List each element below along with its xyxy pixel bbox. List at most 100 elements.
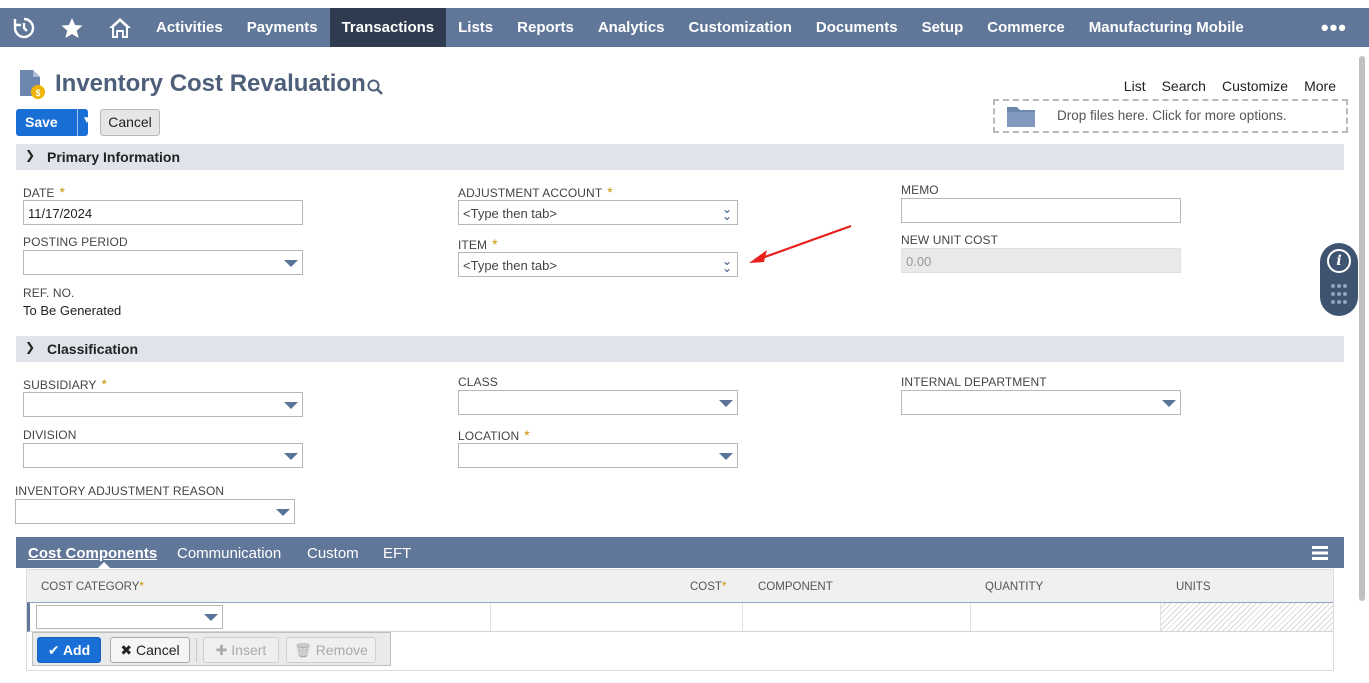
drag-handle-icon[interactable] (1330, 283, 1348, 305)
units-cell (1161, 603, 1333, 631)
new-unit-cost-label: NEW UNIT COST (901, 233, 999, 247)
new-unit-cost-value: 0.00 (906, 254, 932, 269)
dropdown-arrow-icon (276, 509, 290, 516)
cancel-line-button[interactable]: ✖ Cancel (110, 637, 190, 663)
customize-link[interactable]: Customize (1222, 78, 1288, 94)
dropdown-arrow-icon (719, 400, 733, 407)
memo-label: MEMO (901, 183, 939, 197)
add-line-button[interactable]: ✔ Add (37, 637, 101, 663)
home-icon[interactable] (96, 8, 144, 47)
internal-department-label: INTERNAL DEPARTMENT (901, 375, 1047, 389)
grid-header: COST CATEGORY* COST* COMPONENT QUANTITY … (27, 570, 1333, 602)
date-label: DATE * (23, 184, 66, 200)
nav-commerce[interactable]: Commerce (975, 8, 1077, 47)
internal-department-select[interactable] (901, 390, 1181, 415)
list-link[interactable]: List (1124, 78, 1146, 94)
nav-setup[interactable]: Setup (910, 8, 976, 47)
remove-line-button[interactable]: 🗑 Remove (286, 637, 376, 663)
nav-customization[interactable]: Customization (677, 8, 804, 47)
nav-transactions[interactable]: Transactions (329, 8, 447, 47)
column-cost: COST* (690, 581, 727, 593)
insert-line-button[interactable]: ✚ Insert (203, 637, 279, 663)
scrollbar-thumb[interactable] (1359, 56, 1365, 601)
section-title: Classification (47, 341, 139, 357)
grid-action-bar: ✔ Add ✖ Cancel ✚ Insert 🗑 Remove (32, 632, 391, 666)
posting-period-label: POSTING PERIOD (23, 235, 128, 249)
star-icon[interactable] (48, 8, 96, 47)
date-field[interactable]: 11/17/2024 (23, 200, 303, 225)
top-strip (0, 0, 1369, 8)
column-cost-category: COST CATEGORY* (41, 581, 144, 593)
drop-zone-text: Drop files here. Click for more options. (1057, 108, 1287, 123)
adjustment-account-label: ADJUSTMENT ACCOUNT * (458, 184, 613, 200)
double-chevron-down-icon[interactable]: ⌄ ⌄ (722, 203, 732, 222)
more-link[interactable]: More (1304, 78, 1336, 94)
class-label: CLASS (458, 375, 498, 389)
dropdown-arrow-icon (1162, 400, 1176, 407)
help-widget[interactable]: i (1320, 243, 1358, 316)
posting-period-select[interactable] (23, 250, 303, 275)
location-select[interactable] (458, 443, 738, 468)
item-label: ITEM * (458, 236, 498, 252)
nav-activities[interactable]: Activities (144, 8, 235, 47)
dropdown-arrow-icon (284, 453, 298, 460)
required-marker: * (607, 184, 613, 200)
cost-components-grid: COST CATEGORY* COST* COMPONENT QUANTITY … (26, 569, 1334, 671)
dropdown-arrow-icon (204, 614, 218, 621)
division-select[interactable] (23, 443, 303, 468)
cost-cell[interactable] (491, 603, 743, 631)
cost-category-select[interactable] (36, 605, 223, 629)
double-chevron-down-icon[interactable]: ⌄ ⌄ (722, 255, 732, 274)
section-classification[interactable]: ❯ Classification (16, 336, 1344, 362)
required-marker: * (492, 236, 498, 252)
page-scrollbar[interactable] (1358, 56, 1366, 601)
header-links: List Search Customize More (1124, 78, 1336, 94)
nav-reports[interactable]: Reports (505, 8, 586, 47)
quantity-cell[interactable] (971, 603, 1161, 631)
save-button-label: Save (25, 114, 58, 130)
ref-no-label: REF. NO. (23, 286, 75, 300)
item-field[interactable]: <Type then tab> ⌄ ⌄ (458, 252, 738, 277)
cost-category-cell[interactable] (30, 603, 491, 631)
cancel-button[interactable]: Cancel (100, 109, 160, 136)
transaction-record-icon: $ (18, 70, 46, 100)
recent-records-icon[interactable] (0, 8, 48, 47)
save-button[interactable]: Save ▼ (16, 109, 92, 136)
memo-field[interactable] (901, 198, 1181, 223)
class-select[interactable] (458, 390, 738, 415)
info-icon[interactable]: i (1327, 249, 1351, 273)
more-menu-icon[interactable]: ••• (1321, 8, 1347, 47)
nav-manufacturing-mobile[interactable]: Manufacturing Mobile (1077, 8, 1256, 47)
collapse-chevron-icon: ❯ (25, 148, 36, 162)
file-drop-zone[interactable]: Drop files here. Click for more options. (993, 99, 1348, 133)
search-icon[interactable] (366, 78, 384, 96)
search-link[interactable]: Search (1162, 78, 1206, 94)
column-units: UNITS (1176, 581, 1211, 593)
nav-payments[interactable]: Payments (235, 8, 330, 47)
nav-lists[interactable]: Lists (446, 8, 505, 47)
action-divider (196, 638, 197, 662)
component-cell[interactable] (743, 603, 971, 631)
adjustment-account-placeholder: <Type then tab> (463, 206, 557, 221)
subsidiary-label: SUBSIDIARY * (23, 376, 108, 392)
tab-cost-components[interactable]: Cost Components (28, 545, 157, 562)
section-title: Primary Information (47, 149, 181, 165)
tab-eft[interactable]: EFT (383, 545, 411, 562)
tab-communication[interactable]: Communication (177, 545, 281, 562)
location-label: LOCATION * (458, 427, 530, 443)
required-marker: * (101, 376, 108, 392)
nav-documents[interactable]: Documents (804, 8, 910, 47)
view-options-icon[interactable] (1312, 545, 1328, 561)
close-icon: ✖ (120, 642, 133, 658)
adjustment-account-field[interactable]: <Type then tab> ⌄ ⌄ (458, 200, 738, 225)
inventory-adjustment-reason-select[interactable] (15, 499, 295, 524)
required-marker: * (59, 184, 66, 200)
section-primary-information[interactable]: ❯ Primary Information (16, 144, 1344, 170)
dropdown-arrow-icon (284, 402, 298, 409)
ref-no-value: To Be Generated (23, 303, 122, 318)
division-label: DIVISION (23, 428, 77, 442)
subsidiary-select[interactable] (23, 392, 303, 417)
nav-analytics[interactable]: Analytics (586, 8, 677, 47)
save-options-chevron-icon[interactable]: ▼ (82, 115, 92, 126)
tab-custom[interactable]: Custom (307, 545, 359, 562)
